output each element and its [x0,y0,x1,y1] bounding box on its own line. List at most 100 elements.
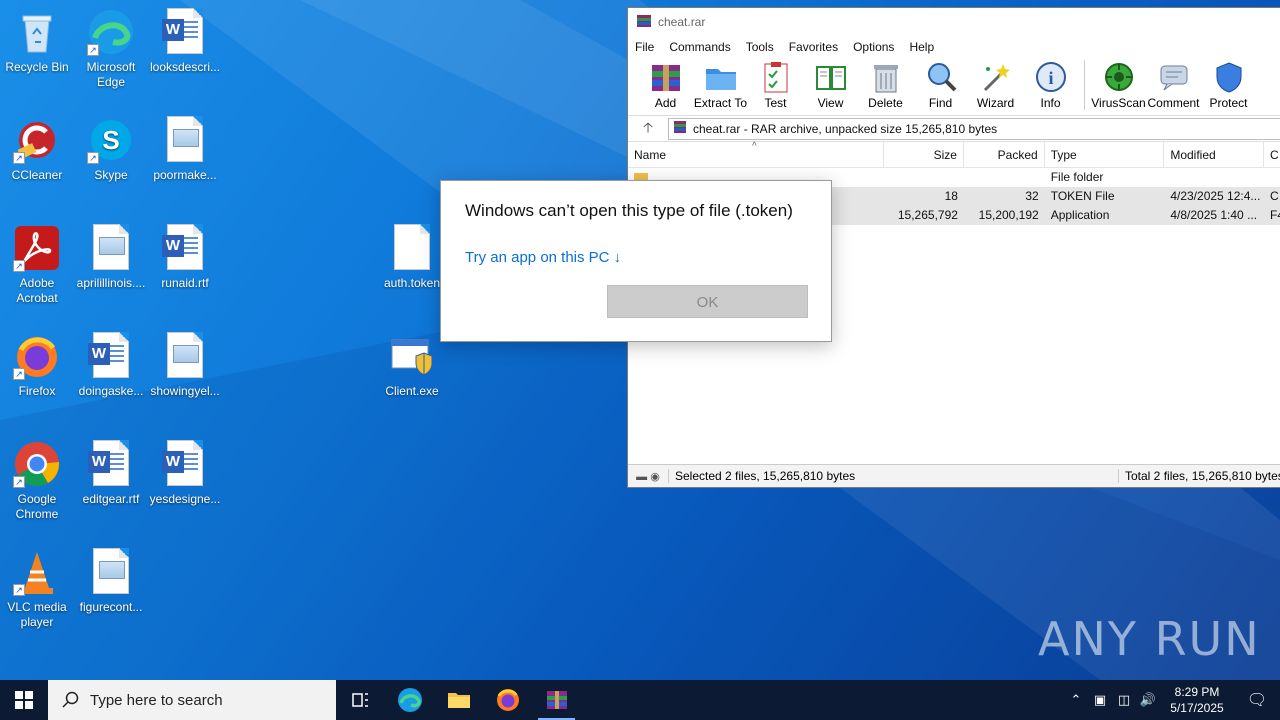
menu-options[interactable]: Options [853,40,894,54]
book-view-icon [814,60,848,94]
auth-token-desktop-icon[interactable]: auth.token [375,224,449,291]
vlc-desktop-icon[interactable]: ↗ VLC media player [0,548,74,630]
notification-icon[interactable]: 🗨 [1234,690,1280,710]
aprilillinois-desktop-icon[interactable]: aprilillinois.... [74,224,148,291]
client-exe-desktop-icon[interactable]: Client.exe [375,332,449,399]
folder-extract-icon [704,60,738,94]
figurecont-desktop-icon[interactable]: figurecont... [74,548,148,615]
google-chrome-desktop-icon[interactable]: ↗ Google Chrome [0,440,74,522]
looksdescri-desktop-icon[interactable]: W looksdescri... [148,8,222,75]
microsoft-edge-desktop-icon[interactable]: ↗ Microsoft Edge [74,8,148,90]
taskbar-search-box[interactable]: Type here to search [48,680,336,720]
chrome-icon: ↗ [13,440,61,488]
status-selected: Selected 2 files, 15,265,810 bytes [668,469,1118,483]
menu-file[interactable]: File [635,40,654,54]
taskbar-file-explorer[interactable] [434,680,483,720]
network-icon[interactable]: ◫ [1112,692,1136,708]
taskbar: Type here to search ⌃ ▣ ◫ 🔊 8:29 PM 5/17… [0,680,1280,720]
comment-button[interactable]: Comment [1146,58,1201,110]
dialog-title: Windows can’t open this type of file (.t… [465,201,793,220]
recycle-bin-icon [13,8,61,56]
wizard-button[interactable]: Wizard [968,58,1023,110]
task-view-icon [351,693,368,707]
svg-text:S: S [102,125,119,155]
taskbar-firefox[interactable] [483,680,532,720]
start-button[interactable] [0,680,48,720]
clipboard-test-icon [759,60,793,94]
device-icon[interactable]: ▣ [1088,692,1112,708]
info-button[interactable]: i Info [1023,58,1078,110]
ccleaner-desktop-icon[interactable]: ↗ CCleaner [0,116,74,183]
recycle-bin-desktop-icon[interactable]: Recycle Bin [0,8,74,75]
vlc-cone-icon: ↗ [13,548,61,596]
windows-logo-icon [15,691,33,709]
try-app-link[interactable]: Try an app on this PC ↓ [465,249,621,266]
winrar-titlebar[interactable]: cheat.rar [628,8,1280,36]
yesdesigne-desktop-icon[interactable]: W yesdesigne... [148,440,222,507]
word-document-icon: W [161,8,209,56]
menu-help[interactable]: Help [909,40,934,54]
skype-desktop-icon[interactable]: S ↗ Skype [74,116,148,183]
shield-icon [1212,60,1246,94]
column-size[interactable]: Size [884,142,964,168]
word-document-icon: W [161,224,209,272]
image-file-icon [161,332,209,380]
doingaske-desktop-icon[interactable]: W doingaske... [74,332,148,399]
add-button[interactable]: Add [638,58,693,110]
file-list-header: Name ^ Size Packed Type Modified C [628,141,1280,168]
word-document-icon: W [87,332,135,380]
chevron-up-icon[interactable]: ⌃ [1064,692,1088,708]
status-bar: ▬ ◉ Selected 2 files, 15,265,810 bytes T… [628,464,1280,487]
adobe-acrobat-desktop-icon[interactable]: ↗ Adobe Acrobat [0,224,74,306]
image-file-icon [87,548,135,596]
shortcut-arrow-icon: ↗ [13,476,25,488]
menu-commands[interactable]: Commands [669,40,730,54]
search-icon [62,691,79,708]
info-icon: i [1034,60,1068,94]
delete-button[interactable]: Delete [858,58,913,110]
taskbar-winrar[interactable] [532,680,581,720]
virusscan-button[interactable]: VirusScan [1091,58,1146,110]
image-file-icon [161,116,209,164]
extract-to-button[interactable]: Extract To [693,58,748,110]
ccleaner-icon: ↗ [13,116,61,164]
column-type[interactable]: Type [1045,142,1165,168]
word-document-icon: W [161,440,209,488]
column-crc[interactable]: C [1264,142,1280,168]
firefox-icon: ↗ [13,332,61,380]
editgear-desktop-icon[interactable]: W editgear.rtf [74,440,148,507]
view-button[interactable]: View [803,58,858,110]
showingyel-desktop-icon[interactable]: showingyel... [148,332,222,399]
column-modified[interactable]: Modified [1164,142,1265,168]
system-tray: ⌃ ▣ ◫ 🔊 8:29 PM 5/17/2025 🗨 [1064,680,1280,720]
rar-file-icon [673,120,687,137]
menu-favorites[interactable]: Favorites [789,40,838,54]
menu-tools[interactable]: Tools [746,40,774,54]
protect-button[interactable]: Protect [1201,58,1256,110]
add-archive-icon [649,60,683,94]
runaid-desktop-icon[interactable]: W runaid.rtf [148,224,222,291]
toolbar-separator [1084,60,1085,110]
task-view-button[interactable] [336,680,385,720]
taskbar-edge[interactable] [385,680,434,720]
sort-caret-icon: ^ [752,141,757,152]
magic-wand-icon [979,60,1013,94]
clock[interactable]: 8:29 PM 5/17/2025 [1160,684,1234,716]
archive-path-field[interactable]: cheat.rar - RAR archive, unpacked size 1… [668,117,1280,140]
winrar-toolbar: Add Extract To Test View Delete Find Wiz… [628,58,1280,116]
poormake-desktop-icon[interactable]: poormake... [148,116,222,183]
anyrun-watermark: ANY RUN [1038,612,1261,666]
winrar-title: cheat.rar [658,15,706,29]
find-button[interactable]: Find [913,58,968,110]
up-arrow-icon[interactable]: 🡡 [628,117,668,141]
test-button[interactable]: Test [748,58,803,110]
column-packed[interactable]: Packed [964,142,1045,168]
ok-button[interactable]: OK [607,285,808,318]
virus-bug-icon [1102,60,1136,94]
open-with-dialog: Windows can’t open this type of file (.t… [440,180,832,342]
firefox-desktop-icon[interactable]: ↗ Firefox [0,332,74,399]
column-name[interactable]: Name ^ [628,141,885,168]
address-bar: 🡡 cheat.rar - RAR archive, unpacked size… [628,116,1280,142]
svg-text:i: i [1048,68,1053,88]
volume-icon[interactable]: 🔊 [1136,692,1160,708]
